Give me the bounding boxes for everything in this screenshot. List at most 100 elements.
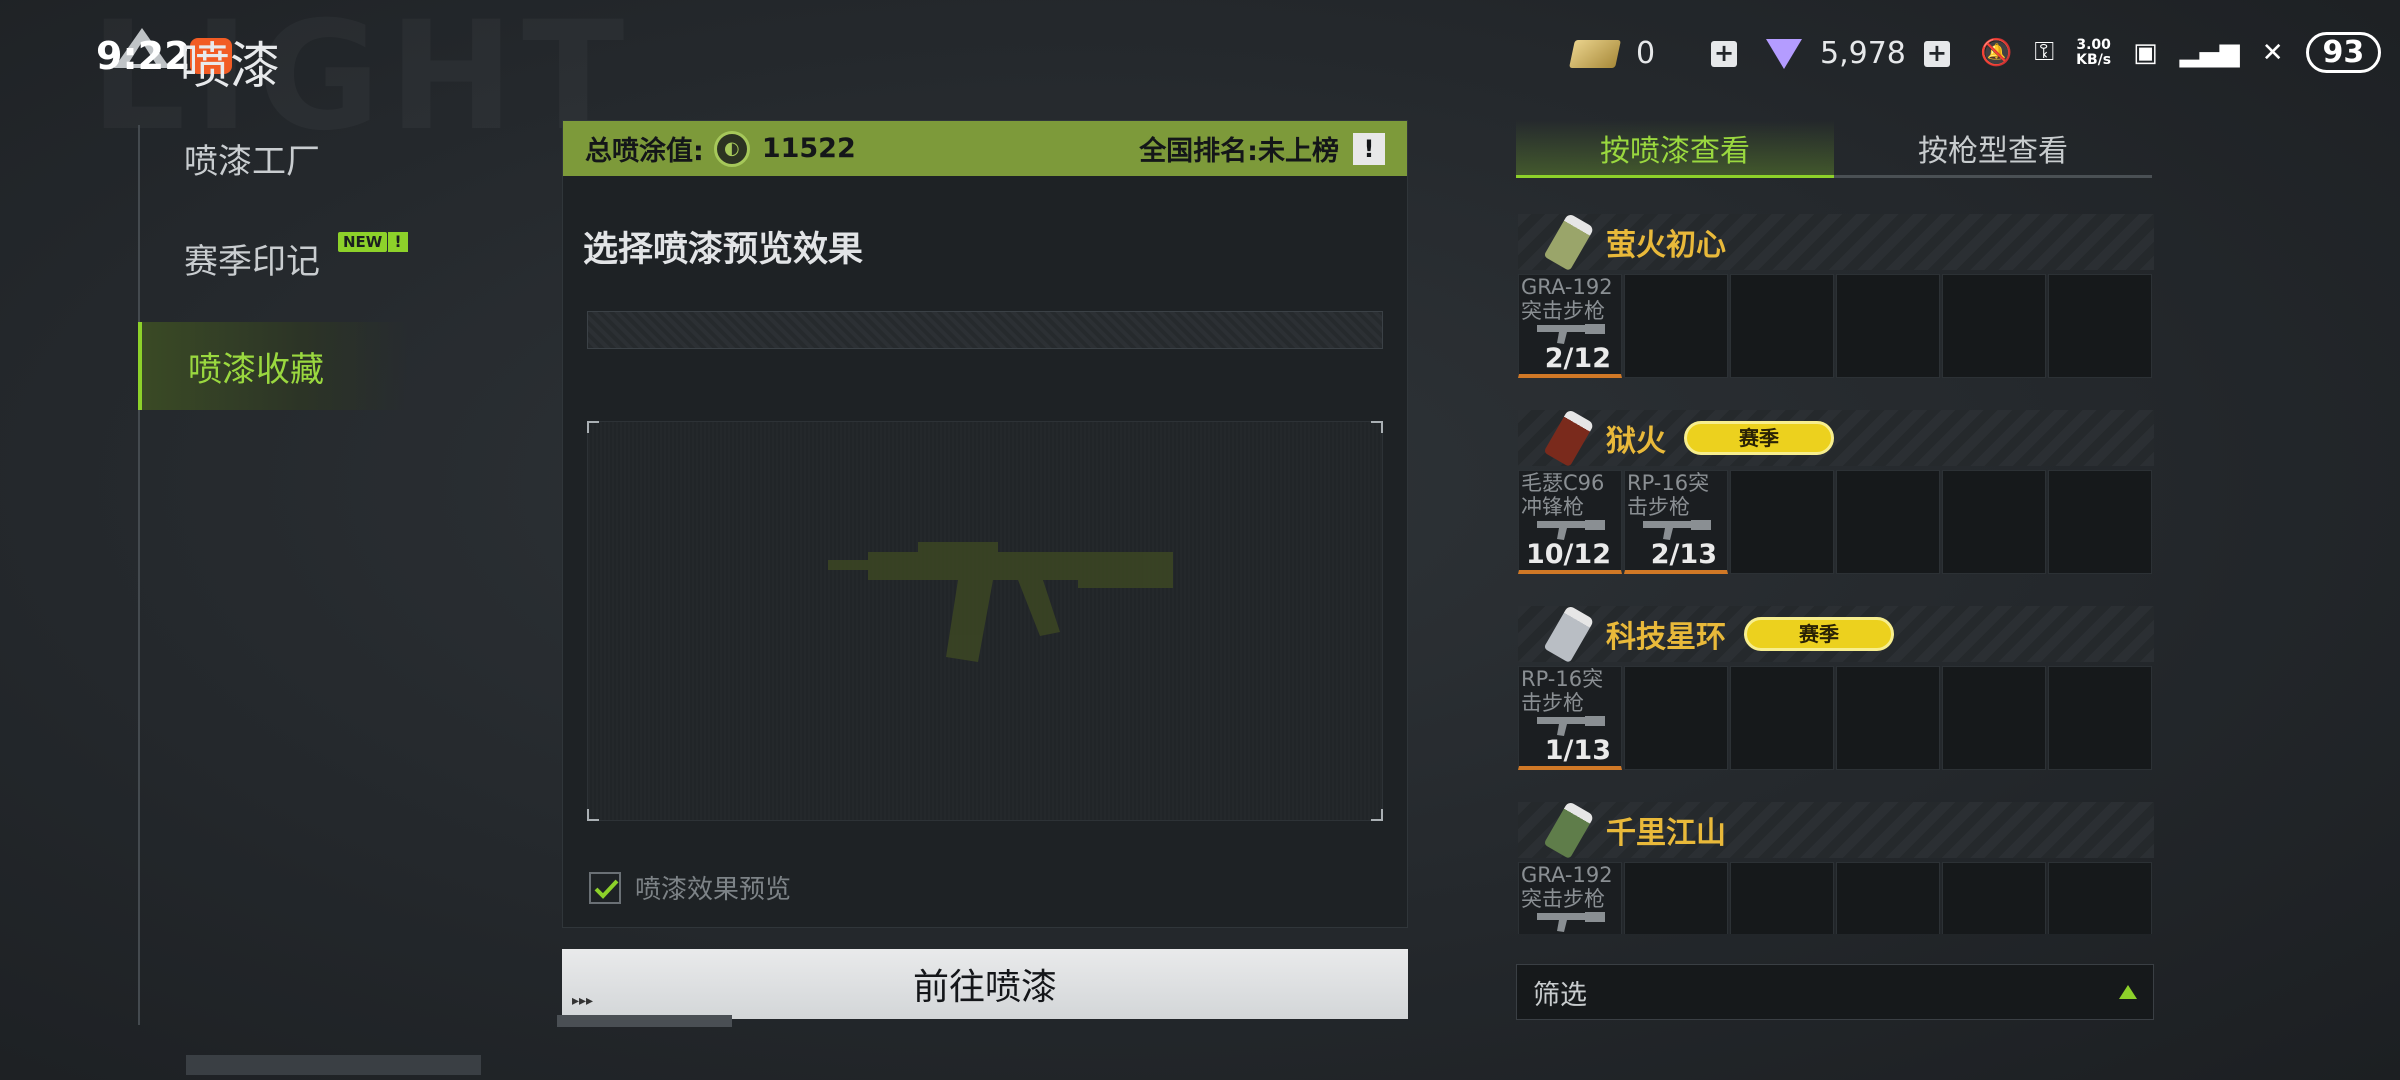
spray-group-header[interactable]: 科技星环 赛季 [1518,604,2154,664]
preview-subtitle: 选择喷漆预览效果 [583,230,864,270]
spray-preview-area [587,421,1383,821]
mute-icon: 🔕 [1980,37,2013,68]
national-rank: 全国排名:未上榜 ! [1139,129,1385,168]
season-badge: 赛季 [1684,421,1834,455]
empty-weapon-slot[interactable] [2048,470,2152,574]
empty-weapon-slot[interactable] [2048,862,2152,934]
view-tabs: 按喷漆查看 按枪型查看 [1516,120,2152,178]
spray-can-icon [1543,214,1595,272]
empty-weapon-slot[interactable] [1942,666,2046,770]
spray-preview-panel: 总喷涂值: ◐ 11522 全国排名:未上榜 ! 选择喷漆预览效果 喷漆效果预览 [562,120,1408,928]
weapon-name: RP-16突击步枪 [1521,667,1604,715]
collection-count: 1/13 [1544,735,1611,766]
spray-group-header[interactable]: 萤火初心 [1518,214,2154,272]
add-tickets-button[interactable]: + [1711,40,1738,67]
new-badge: NEW [338,232,388,252]
empty-weapon-slot[interactable] [1942,274,2046,378]
spray-name: 千里江山 [1606,816,1726,851]
nav-item-spray-collection[interactable]: 喷漆收藏 [138,322,408,410]
collection-count: 2/13 [1650,539,1717,570]
empty-weapon-slot[interactable] [2048,666,2152,770]
empty-weapon-slot[interactable] [1942,862,2046,934]
system-status-bar: 🔕 ⚿ 3.00 KB/s ▣ ▂▄▆ ✕ 93 [1980,32,2382,73]
tab-by-spray[interactable]: 按喷漆查看 [1516,120,1834,178]
spray-can-icon [1543,604,1595,664]
filter-label: 筛选 [1533,979,1587,1011]
alert-badge: ! [388,232,408,252]
weapon-slot-row: GRA-192突击步枪 2/12 [1518,274,2152,378]
spray-collection-list[interactable]: 萤火初心 GRA-192突击步枪 2/12 狱火 赛季 毛瑟C96冲锋枪 10/12 RP-1… [1518,214,2154,934]
gem-icon [1766,38,1802,69]
go-to-spray-label: 前往喷漆 [912,967,1057,1008]
empty-weapon-slot[interactable] [1624,666,1728,770]
empty-weapon-slot[interactable] [1836,666,1940,770]
key-icon: ⚿ [2034,37,2055,67]
empty-weapon-slot[interactable] [1836,274,1940,378]
weapon-slot-row: RP-16突击步枪 1/13 [1518,666,2152,770]
spray-group: 狱火 赛季 毛瑟C96冲锋枪 10/12 RP-16突击步枪 2/13 [1518,408,2154,606]
wifi-off-icon: ✕ [2261,37,2284,68]
empty-weapon-slot[interactable] [1730,470,1834,574]
weapon-name: 毛瑟C96冲锋枪 [1521,471,1605,519]
season-badge: 赛季 [1744,617,1894,651]
spray-score-header: 总喷涂值: ◐ 11522 全国排名:未上榜 ! [563,121,1407,176]
signal-icon: ▂▄▆ [2179,37,2240,68]
spray-group-header[interactable]: 狱火 赛季 [1518,408,2154,468]
weapon-slot[interactable]: RP-16突击步枪 2/13 [1624,470,1728,574]
weapon-slot[interactable]: GRA-192突击步枪 2/12 [1518,274,1622,378]
checkbox[interactable] [589,871,621,904]
spray-group: 萤火初心 GRA-192突击步枪 2/12 [1518,214,2154,410]
weapon-name: GRA-192突击步枪 [1521,275,1613,323]
weapon-slot[interactable]: GRA-192突击步枪 2/12 [1518,862,1622,934]
spray-selection-strip[interactable] [587,311,1383,349]
spray-name: 科技星环 [1606,620,1726,655]
weapon-name: RP-16突击步枪 [1627,471,1710,519]
weapon-slot[interactable]: RP-16突击步枪 1/13 [1518,666,1622,770]
weapon-name: GRA-192突击步枪 [1521,863,1613,911]
empty-weapon-slot[interactable] [1942,470,2046,574]
empty-weapon-slot[interactable] [1624,274,1728,378]
corner-mark [1371,421,1383,433]
preview-toggle-label: 喷漆效果预览 [635,875,792,905]
weapon-icon [1643,520,1711,540]
preview-toggle[interactable]: 喷漆效果预览 [589,869,791,906]
weapon-icon [1537,716,1605,736]
empty-weapon-slot[interactable] [1836,470,1940,574]
battery-indicator: 93 [2305,32,2382,73]
rank-info-button[interactable]: ! [1353,132,1385,165]
page-title: 喷漆 [180,37,280,95]
filter-dropdown[interactable]: 筛选 [1516,964,2154,1020]
national-rank-label: 全国排名:未上榜 [1139,136,1339,167]
spray-name: 萤火初心 [1606,228,1726,263]
triangle-up-icon [2119,985,2137,999]
weapon-slot[interactable]: 毛瑟C96冲锋枪 10/12 [1518,470,1622,574]
tab-by-weapon[interactable]: 按枪型查看 [1834,120,2152,178]
weapon-slot-row: 毛瑟C96冲锋枪 10/12 RP-16突击步枪 2/13 [1518,470,2152,574]
nfc-icon: ▣ [2133,37,2158,68]
more-dots-icon: ▸▸▸ [572,993,594,1009]
ticket-currency: 0 + [1569,36,1738,71]
spray-group-header[interactable]: 千里江山 [1518,800,2154,860]
collection-count: 2/12 [1544,343,1611,374]
weapon-icon [1537,520,1605,540]
nav-item-season-mark[interactable]: 赛季印记 [138,214,408,302]
nav-item-spray-factory[interactable]: 喷漆工厂 [138,114,408,202]
nav-footer-bar [186,1055,481,1075]
empty-weapon-slot[interactable] [1624,862,1728,934]
spray-group: 科技星环 赛季 RP-16突击步枪 1/13 [1518,604,2154,802]
add-gems-button[interactable]: + [1923,40,1950,67]
empty-weapon-slot[interactable] [1730,666,1834,770]
spray-group: 千里江山 GRA-192突击步枪 2/12 [1518,800,2154,934]
weapon-slot-row: GRA-192突击步枪 2/12 [1518,862,2152,934]
total-score-label: 总喷涂值: [585,136,704,167]
gem-count: 5,978 [1820,36,1906,71]
collection-count: 10/12 [1525,539,1611,570]
empty-weapon-slot[interactable] [1836,862,1940,934]
empty-weapon-slot[interactable] [1730,862,1834,934]
corner-mark [587,421,599,433]
empty-weapon-slot[interactable] [2048,274,2152,378]
go-to-spray-button[interactable]: 前往喷漆 ▸▸▸ [562,949,1408,1019]
gem-currency: 5,978 + [1766,36,1950,71]
ticket-count: 0 [1636,36,1656,71]
empty-weapon-slot[interactable] [1730,274,1834,378]
